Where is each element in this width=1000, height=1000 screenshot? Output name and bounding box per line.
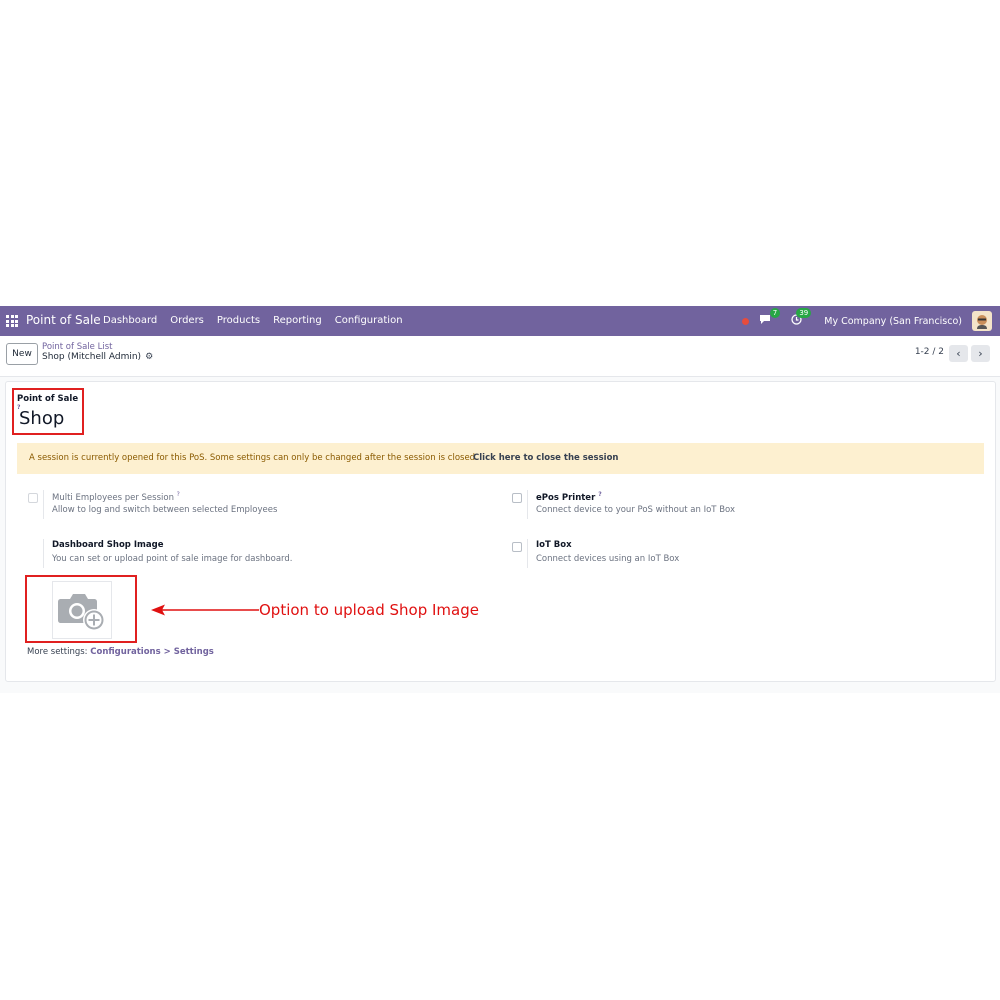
setting-divider xyxy=(527,490,528,519)
epos-printer-title: ePos Printer ? xyxy=(536,491,602,503)
messages-badge: 7 xyxy=(769,308,781,318)
camera-plus-icon xyxy=(58,594,105,631)
systray: 7 39 My Company (San Francisco) xyxy=(742,306,992,336)
shop-image-upload[interactable] xyxy=(52,581,112,639)
messages-icon[interactable]: 7 xyxy=(759,308,781,328)
top-navbar: Point of Sale Dashboard Orders Products … xyxy=(0,306,1000,336)
multi-employees-desc: Allow to log and switch between selected… xyxy=(52,505,278,515)
multi-employees-title: Multi Employees per Session ? xyxy=(52,491,180,503)
epos-printer-desc: Connect device to your PoS without an Io… xyxy=(536,505,735,515)
help-icon[interactable]: ? xyxy=(177,491,180,498)
menu-products[interactable]: Products xyxy=(217,315,260,326)
epos-printer-title-text: ePos Printer xyxy=(536,492,596,503)
title-label-text: Point of Sale xyxy=(17,394,79,404)
setting-divider xyxy=(43,539,44,568)
company-switcher[interactable]: My Company (San Francisco) xyxy=(824,316,962,327)
menu-reporting[interactable]: Reporting xyxy=(273,315,322,326)
title-highlight-box: Point of Sale ? Shop xyxy=(12,388,84,435)
image-highlight-box xyxy=(25,575,137,643)
iot-box-title: IoT Box xyxy=(536,540,572,550)
gear-icon[interactable]: ⚙ xyxy=(145,352,153,362)
chevron-left-icon[interactable]: ‹ xyxy=(949,345,968,362)
app-window: Point of Sale Dashboard Orders Products … xyxy=(0,306,1000,693)
apps-grid-icon[interactable] xyxy=(6,315,18,327)
menu-dashboard[interactable]: Dashboard xyxy=(103,315,157,326)
menu-configuration[interactable]: Configuration xyxy=(335,315,403,326)
configurations-settings-link[interactable]: Configurations > Settings xyxy=(90,647,214,657)
close-session-link[interactable]: Click here to close the session xyxy=(473,443,618,474)
more-settings-prefix: More settings: xyxy=(27,647,88,657)
setting-divider xyxy=(527,539,528,568)
alert-message: A session is currently opened for this P… xyxy=(29,453,478,463)
pager-value[interactable]: 1-2 / 2 xyxy=(915,347,944,357)
activities-badge: 39 xyxy=(796,308,812,318)
activities-clock-icon[interactable]: 39 xyxy=(791,308,812,328)
app-brand[interactable]: Point of Sale xyxy=(26,313,101,327)
breadcrumb-current: Shop (Mitchell Admin) ⚙ xyxy=(42,352,153,362)
annotation-text: Option to upload Shop Image xyxy=(259,601,479,619)
multi-employees-title-text: Multi Employees per Session xyxy=(52,492,174,503)
dashboard-image-desc: You can set or upload point of sale imag… xyxy=(52,554,293,564)
iot-box-desc: Connect devices using an IoT Box xyxy=(536,554,680,564)
arrow-left-icon xyxy=(151,604,259,616)
setting-divider xyxy=(43,490,44,519)
session-alert: A session is currently opened for this P… xyxy=(17,443,984,474)
main-menu: Dashboard Orders Products Reporting Conf… xyxy=(103,315,403,326)
user-avatar[interactable] xyxy=(972,311,992,331)
more-settings: More settings: Configurations > Settings xyxy=(27,647,214,657)
control-panel: New Point of Sale List Shop (Mitchell Ad… xyxy=(0,336,1000,377)
iot-box-checkbox[interactable] xyxy=(512,542,522,552)
new-button[interactable]: New xyxy=(6,343,38,365)
pos-name-field[interactable]: Shop xyxy=(19,408,64,429)
form-sheet: Point of Sale ? Shop A session is curren… xyxy=(5,381,996,682)
breadcrumb-parent[interactable]: Point of Sale List xyxy=(42,342,112,352)
help-icon[interactable]: ? xyxy=(598,491,601,498)
chevron-right-icon[interactable]: › xyxy=(971,345,990,362)
dashboard-image-title: Dashboard Shop Image xyxy=(52,540,164,550)
status-dot-icon xyxy=(742,317,750,325)
breadcrumb-current-label: Shop (Mitchell Admin) xyxy=(42,352,142,362)
multi-employees-checkbox[interactable] xyxy=(28,493,38,503)
menu-orders[interactable]: Orders xyxy=(170,315,204,326)
epos-printer-checkbox[interactable] xyxy=(512,493,522,503)
